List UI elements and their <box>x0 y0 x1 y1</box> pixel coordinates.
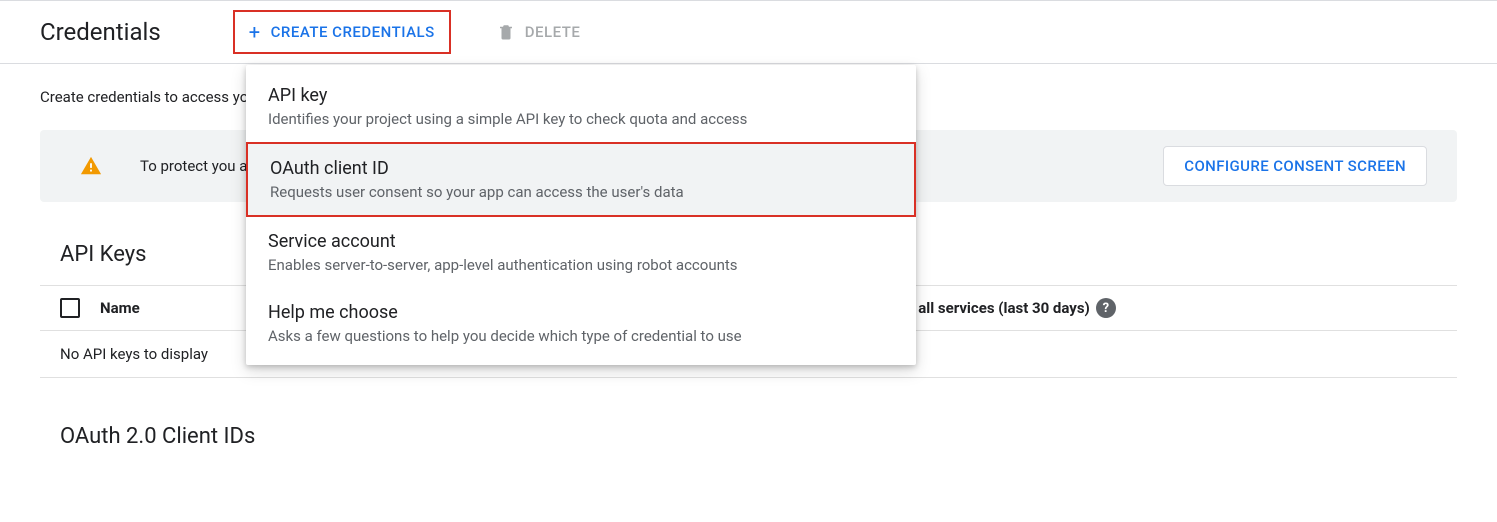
plus-icon: + <box>249 20 261 44</box>
help-icon[interactable]: ? <box>1096 298 1116 318</box>
warning-icon <box>80 155 102 177</box>
trash-icon <box>497 23 515 41</box>
oauth-clients-title: OAuth 2.0 Client IDs <box>60 424 1457 449</box>
create-credentials-dropdown: API key Identifies your project using a … <box>246 65 916 365</box>
dropdown-item-api-key[interactable]: API key Identifies your project using a … <box>246 71 916 142</box>
select-all-checkbox[interactable] <box>60 298 80 318</box>
dropdown-item-title: Help me choose <box>268 302 894 323</box>
dropdown-item-desc: Asks a few questions to help you decide … <box>268 327 894 345</box>
dropdown-item-desc: Requests user consent so your app can ac… <box>270 183 892 201</box>
create-credentials-label: CREATE CREDENTIALS <box>271 23 435 41</box>
page-title: Credentials <box>40 18 161 46</box>
dropdown-item-title: OAuth client ID <box>270 158 892 179</box>
create-credentials-button[interactable]: + CREATE CREDENTIALS <box>233 10 451 54</box>
delete-button[interactable]: DELETE <box>485 14 593 50</box>
configure-consent-button[interactable]: CONFIGURE CONSENT SCREEN <box>1163 146 1427 186</box>
dropdown-item-oauth-client[interactable]: OAuth client ID Requests user consent so… <box>246 142 916 217</box>
dropdown-item-service-account[interactable]: Service account Enables server-to-server… <box>246 217 916 288</box>
delete-label: DELETE <box>525 23 581 41</box>
dropdown-item-title: API key <box>268 85 894 106</box>
toolbar: Credentials + CREATE CREDENTIALS DELETE <box>0 0 1497 64</box>
dropdown-item-desc: Enables server-to-server, app-level auth… <box>268 256 894 274</box>
dropdown-item-help-me-choose[interactable]: Help me choose Asks a few questions to h… <box>246 288 916 359</box>
dropdown-item-title: Service account <box>268 231 894 252</box>
dropdown-item-desc: Identifies your project using a simple A… <box>268 110 894 128</box>
